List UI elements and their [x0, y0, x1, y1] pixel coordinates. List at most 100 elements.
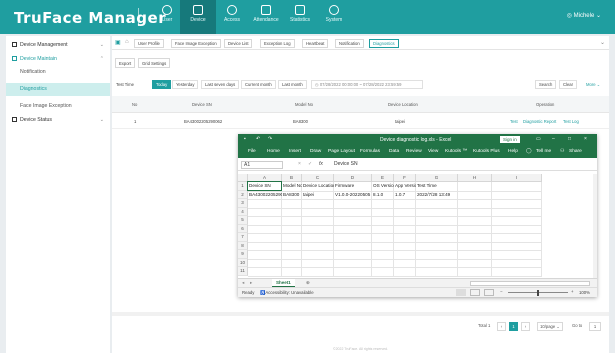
formula-input[interactable]: Device SN — [334, 161, 358, 167]
tab-heartbeat[interactable]: Heartbeat — [302, 39, 329, 48]
column-header[interactable]: D — [334, 174, 372, 182]
user-menu[interactable]: ◎ Michele ⌄ — [567, 12, 601, 19]
cell[interactable]: 1.0.7 — [394, 191, 416, 200]
tell-me-search[interactable]: Tell me — [536, 149, 551, 154]
cell[interactable]: 8.1.0 — [372, 191, 394, 200]
row-header[interactable]: 2 — [238, 190, 248, 199]
row-header[interactable]: 11 — [238, 267, 248, 276]
row-header[interactable]: 4 — [238, 207, 248, 216]
sign-in-button[interactable]: Sign in — [500, 136, 520, 143]
tab-exception-log[interactable]: Exception Log — [260, 39, 295, 48]
row-header[interactable]: 8 — [238, 241, 248, 250]
sidebar-item-face-image-exception[interactable]: Face Image Exception — [6, 100, 110, 113]
next-page-button[interactable]: › — [521, 322, 530, 331]
close-icon[interactable]: × — [584, 136, 587, 142]
row-header[interactable]: 5 — [238, 216, 248, 225]
more-button[interactable]: More ⌄ — [586, 82, 600, 87]
nav-attendance[interactable]: Attendance — [248, 0, 284, 34]
col-header-device-sn[interactable]: Device SN — [192, 102, 212, 107]
column-header[interactable]: H — [458, 174, 492, 182]
function-icon[interactable]: fx — [319, 161, 323, 167]
cell[interactable]: OS Version — [372, 182, 394, 191]
column-header[interactable]: C — [302, 174, 334, 182]
page-break-view-icon[interactable] — [484, 289, 494, 296]
cancel-formula-icon[interactable]: × — [298, 161, 301, 167]
column-header[interactable]: G — [416, 174, 458, 182]
cell[interactable]: taipei — [302, 191, 334, 200]
sidebar-item-device-maintain[interactable]: Device Maintain ⌃ — [6, 52, 110, 66]
filter-last-seven-days[interactable]: Last seven days — [201, 80, 240, 89]
zoom-slider-thumb[interactable] — [537, 290, 539, 296]
row-header[interactable]: 7 — [238, 233, 248, 242]
zoom-out-icon[interactable]: − — [500, 289, 503, 294]
ribbon-insert[interactable]: Insert — [289, 149, 301, 154]
row-header[interactable]: 3 — [238, 199, 248, 208]
ribbon-help[interactable]: Help — [508, 149, 518, 154]
spreadsheet-grid[interactable]: A B C D E F G H I 1 2 3 4 5 6 7 8 9 10 11 Device SN Model No D… — [238, 174, 593, 279]
sidebar-item-device-management[interactable]: Device Management ⌄ — [6, 38, 110, 52]
tab-notification[interactable]: Notification — [335, 39, 364, 48]
normal-view-icon[interactable] — [456, 289, 466, 296]
row-header[interactable]: 6 — [238, 224, 248, 233]
cell[interactable]: Model No — [282, 182, 302, 191]
column-header[interactable]: B — [282, 174, 302, 182]
ribbon-kutools-plus[interactable]: Kutools Plus — [473, 149, 500, 154]
row-header[interactable]: 10 — [238, 258, 248, 267]
share-button[interactable]: Share — [569, 149, 582, 154]
grid-settings-button[interactable]: Grid Settings — [138, 58, 171, 68]
cell[interactable]: Device Location — [302, 182, 334, 191]
ribbon-data[interactable]: Data — [389, 149, 399, 154]
op-diagnostic-report-link[interactable]: Diagnostic Report — [523, 119, 556, 124]
tab-face-image-exception[interactable]: Face Image Exception — [171, 39, 221, 48]
filter-current-month[interactable]: Current month — [241, 80, 276, 89]
prev-sheet-icon[interactable]: ◂ — [242, 280, 244, 286]
cell[interactable]: App Version — [394, 182, 416, 191]
clear-button[interactable]: Clear — [559, 80, 578, 89]
double-chevron-down-icon[interactable]: ⌄ — [600, 39, 605, 46]
horizontal-scrollbar[interactable] — [112, 312, 609, 316]
nav-system[interactable]: System — [316, 0, 352, 34]
horizontal-scrollbar[interactable] — [470, 281, 590, 286]
save-icon[interactable]: ▪ — [244, 136, 246, 142]
cell[interactable]: Test Time — [416, 182, 488, 191]
redo-icon[interactable]: ↷ — [268, 136, 272, 142]
ribbon-view[interactable]: View — [428, 149, 438, 154]
cell[interactable]: BA8300 — [282, 191, 302, 200]
ribbon-draw[interactable]: Draw — [310, 149, 321, 154]
maximize-icon[interactable]: □ — [568, 136, 571, 142]
date-range-picker[interactable]: ◷ 07/28/2022 00:00:00 ~ 07/28/2022 23:59… — [311, 80, 423, 89]
sidebar-item-notification[interactable]: Notification — [6, 66, 110, 79]
ribbon-formulas[interactable]: Formulas — [360, 149, 380, 154]
row-header[interactable]: 9 — [238, 250, 248, 259]
column-header[interactable]: E — [372, 174, 394, 182]
cell[interactable]: BA43002205290062 — [248, 191, 282, 200]
tab-device-list[interactable]: Device List — [224, 39, 253, 48]
ribbon-kutools[interactable]: Kutools ™ — [445, 149, 467, 154]
prev-page-button[interactable]: ‹ — [497, 322, 506, 331]
cell[interactable]: V1.0.0-20220505 — [334, 191, 372, 200]
ribbon-review[interactable]: Review — [406, 149, 422, 154]
zoom-in-icon[interactable]: + — [571, 289, 574, 294]
nav-statistics[interactable]: Statistics — [282, 0, 318, 34]
filter-today[interactable]: Today — [152, 80, 172, 89]
ribbon-file[interactable]: File — [248, 149, 256, 154]
next-sheet-icon[interactable]: ▸ — [250, 280, 252, 286]
nav-access[interactable]: Access — [214, 0, 250, 34]
sheet-tab-sheet1[interactable]: Sheet1 — [272, 279, 295, 287]
cell[interactable]: Firmware — [334, 182, 372, 191]
goto-input[interactable]: 1 — [589, 322, 601, 331]
tab-diagnostics[interactable]: Diagnostics — [369, 39, 399, 48]
nav-device[interactable]: Device — [180, 0, 216, 34]
enter-formula-icon[interactable]: ✓ — [308, 161, 312, 167]
menu-toggle-icon[interactable]: ▣ — [115, 39, 121, 46]
export-button[interactable]: Export — [115, 58, 136, 68]
home-icon[interactable]: ⌂ — [125, 39, 129, 45]
column-header[interactable]: I — [492, 174, 542, 182]
add-sheet-icon[interactable]: ⊕ — [306, 280, 310, 286]
name-box[interactable]: A1 — [241, 161, 283, 169]
undo-icon[interactable]: ↶ — [256, 136, 260, 142]
cell[interactable]: 2022/7/28 13:49 — [416, 191, 488, 200]
page-layout-view-icon[interactable] — [470, 289, 480, 296]
ribbon-home[interactable]: Home — [267, 149, 280, 154]
vertical-scrollbar[interactable] — [593, 174, 597, 278]
